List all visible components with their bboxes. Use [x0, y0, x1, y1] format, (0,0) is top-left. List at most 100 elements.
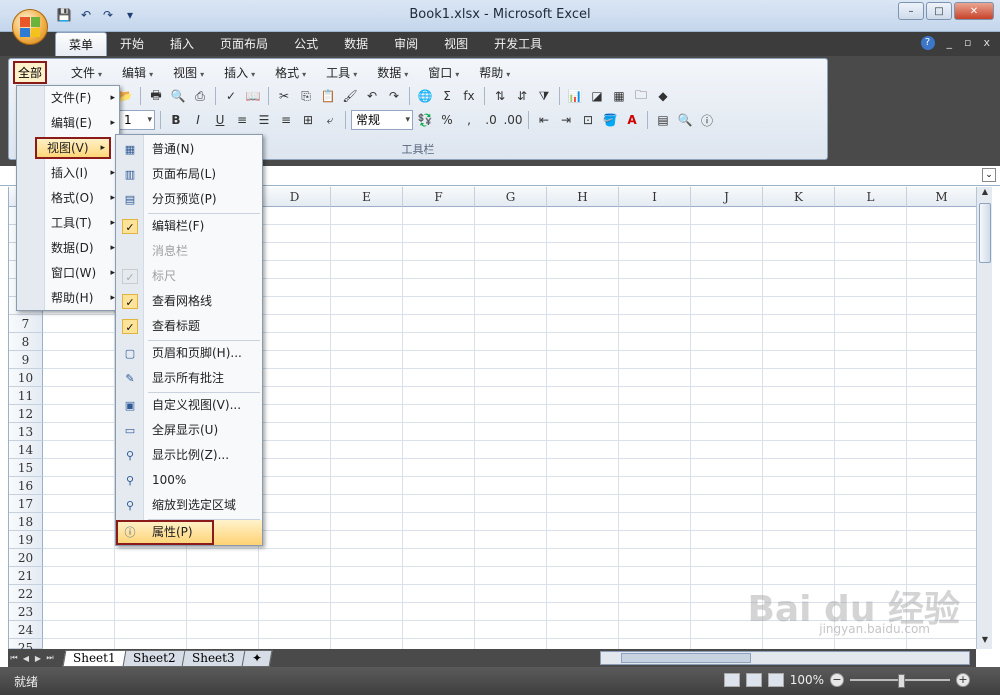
decrease-decimal-icon[interactable]: .00 [503, 110, 523, 130]
page-setup-icon[interactable]: ▤ [653, 110, 673, 130]
underline-button[interactable]: U [210, 110, 230, 130]
column-header[interactable]: H [547, 187, 619, 207]
zoom-out-button[interactable]: − [830, 673, 844, 687]
autosum-icon[interactable]: Σ [437, 86, 457, 106]
submenu-item-formula-bar[interactable]: ✓ 编辑栏(F) [116, 214, 262, 239]
menu-item-edit[interactable]: 编辑(E) ▸ [45, 111, 119, 136]
format-painter-icon[interactable]: 🖌 [340, 86, 360, 106]
menu-item-insert[interactable]: 插入(I) ▸ [45, 161, 119, 186]
menu-edit[interactable]: 编辑 [112, 64, 163, 81]
tab-insert[interactable]: 插入 [157, 32, 207, 56]
all-menu-button[interactable]: 全部 [13, 60, 48, 84]
comma-button[interactable]: , [459, 110, 479, 130]
sheet-tab[interactable]: Sheet3 [181, 649, 246, 667]
hyperlink-icon[interactable]: 🌐 [415, 86, 435, 106]
column-header[interactable]: D [259, 187, 331, 207]
menu-item-format[interactable]: 格式(O) ▸ [45, 186, 119, 211]
undo-toolbar-icon[interactable]: ↶ [362, 86, 382, 106]
last-sheet-icon[interactable]: ⏭ [44, 653, 56, 663]
merge-center-icon[interactable]: ⊞ [298, 110, 318, 130]
column-header[interactable]: E [331, 187, 403, 207]
submenu-item-header-footer[interactable]: ▢ 页眉和页脚(H)... [116, 341, 262, 366]
tab-view[interactable]: 视图 [431, 32, 481, 56]
minimize-button[interactable]: – [898, 2, 924, 20]
menu-item-help[interactable]: 帮助(H) ▸ [45, 286, 119, 311]
menu-item-tools[interactable]: 工具(T) ▸ [45, 211, 119, 236]
submenu-item-page-layout[interactable]: ▥ 页面布局(L) [116, 162, 262, 187]
column-header[interactable]: F [403, 187, 475, 207]
row-header[interactable]: 13 [9, 423, 43, 441]
drawing-icon[interactable]: ◪ [587, 86, 607, 106]
row-header[interactable]: 20 [9, 549, 43, 567]
sheet-tab[interactable]: Sheet2 [122, 649, 186, 667]
tab-developer[interactable]: 开发工具 [481, 32, 555, 56]
print-icon[interactable]: 🖶 [146, 86, 166, 106]
submenu-item-normal[interactable]: ▦ 普通(N) [116, 137, 262, 162]
vertical-scroll-thumb[interactable] [979, 203, 991, 263]
row-header[interactable]: 19 [9, 531, 43, 549]
page-break-view-button[interactable] [767, 673, 784, 687]
submenu-item-show-comments[interactable]: ✎ 显示所有批注 [116, 366, 262, 391]
tab-page-layout[interactable]: 页面布局 [207, 32, 281, 56]
row-header[interactable]: 23 [9, 603, 43, 621]
column-header[interactable]: G [475, 187, 547, 207]
align-left-icon[interactable]: ≡ [232, 110, 252, 130]
fill-color-icon[interactable]: 🪣 [600, 110, 620, 130]
next-sheet-icon[interactable]: ▶ [32, 654, 44, 663]
menu-format[interactable]: 格式 [265, 64, 316, 81]
paste-icon[interactable]: 📋 [318, 86, 338, 106]
tab-data[interactable]: 数据 [331, 32, 381, 56]
row-header[interactable]: 22 [9, 585, 43, 603]
cut-icon[interactable]: ✂ [274, 86, 294, 106]
increase-indent-icon[interactable]: ⇥ [556, 110, 576, 130]
row-header[interactable]: 24 [9, 621, 43, 639]
horizontal-scroll-thumb[interactable] [621, 653, 751, 663]
font-size-combo[interactable]: 1 [119, 110, 155, 130]
sort-descending-icon[interactable]: ⇵ [512, 86, 532, 106]
first-sheet-icon[interactable]: ⏮ [8, 653, 20, 663]
zoom-icon[interactable]: 🔍 [675, 110, 695, 130]
menu-item-file[interactable]: 文件(F) ▸ [45, 86, 119, 111]
decrease-indent-icon[interactable]: ⇤ [534, 110, 554, 130]
menu-item-view[interactable]: 视图(V) ▸ [35, 137, 111, 159]
align-right-icon[interactable]: ≡ [276, 110, 296, 130]
page-layout-view-button[interactable] [745, 673, 762, 687]
row-header[interactable]: 17 [9, 495, 43, 513]
wrap-text-icon[interactable]: ⤶ [320, 110, 340, 130]
menu-insert[interactable]: 插入 [214, 64, 265, 81]
row-header[interactable]: 21 [9, 567, 43, 585]
submenu-item-page-break-preview[interactable]: ▤ 分页预览(P) [116, 187, 262, 212]
vertical-scrollbar[interactable]: ▲ ▼ [976, 187, 992, 649]
menu-item-data[interactable]: 数据(D) ▸ [45, 236, 119, 261]
prev-sheet-icon[interactable]: ◀ [20, 654, 32, 663]
submenu-item-zoom[interactable]: ⚲ 显示比例(Z)... [116, 443, 262, 468]
table-icon[interactable]: ▦ [609, 86, 629, 106]
italic-button[interactable]: I [188, 110, 208, 130]
tab-home[interactable]: 开始 [107, 32, 157, 56]
row-header[interactable]: 10 [9, 369, 43, 387]
menu-help[interactable]: 帮助 [469, 64, 520, 81]
row-header[interactable]: 9 [9, 351, 43, 369]
help-toolbar-icon[interactable]: ⓘ [697, 110, 717, 130]
row-header[interactable]: 15 [9, 459, 43, 477]
macro-icon[interactable]: ◆ [653, 86, 673, 106]
chart-icon[interactable]: 📊 [565, 86, 585, 106]
expand-formula-bar-icon[interactable]: ⌄ [982, 168, 996, 182]
scroll-down-icon[interactable]: ▼ [977, 635, 993, 649]
normal-view-button[interactable] [723, 673, 740, 687]
align-center-icon[interactable]: ☰ [254, 110, 274, 130]
tab-formulas[interactable]: 公式 [281, 32, 331, 56]
horizontal-scrollbar[interactable] [600, 651, 970, 665]
submenu-item-headings[interactable]: ✓ 查看标题 [116, 314, 262, 339]
menu-file[interactable]: 文件 [61, 64, 112, 81]
redo-toolbar-icon[interactable]: ↷ [384, 86, 404, 106]
row-header[interactable]: 14 [9, 441, 43, 459]
scroll-up-icon[interactable]: ▲ [977, 187, 993, 201]
research-icon[interactable]: 📖 [243, 86, 263, 106]
insert-function-icon[interactable]: fx [459, 86, 479, 106]
zoom-in-button[interactable]: + [956, 673, 970, 687]
close-button[interactable]: ✕ [954, 2, 994, 20]
menu-item-window[interactable]: 窗口(W) ▸ [45, 261, 119, 286]
folder-icon[interactable]: 🗀 [631, 86, 651, 106]
row-header[interactable]: 12 [9, 405, 43, 423]
